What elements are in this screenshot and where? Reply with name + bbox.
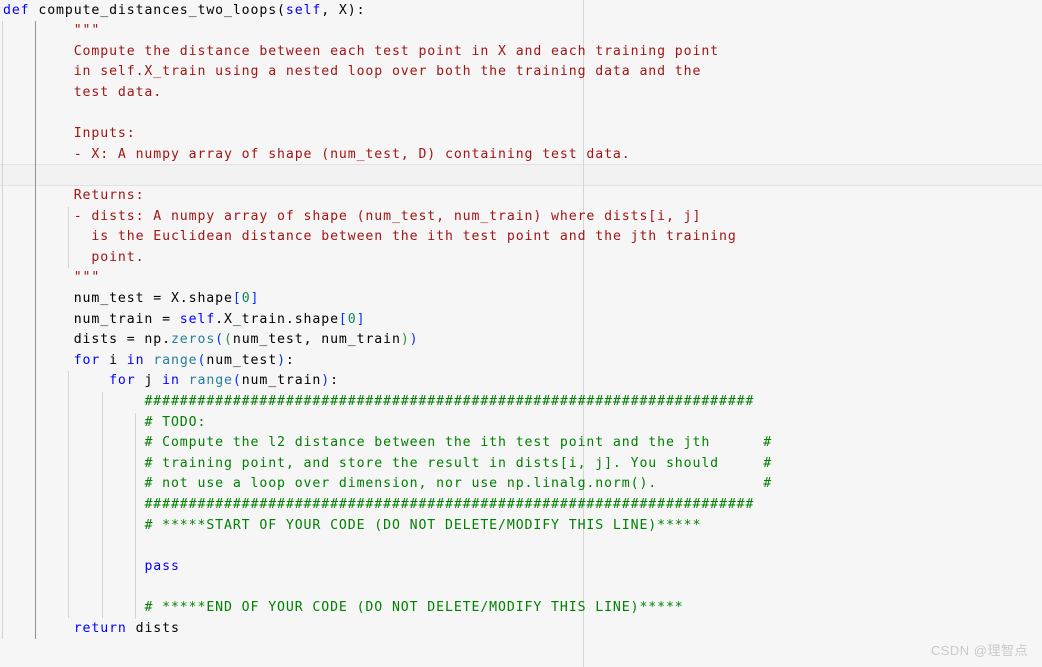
code-token: for xyxy=(109,373,136,389)
code-token: in xyxy=(126,352,145,368)
code-line[interactable]: for i in range(num_test): xyxy=(3,351,295,372)
code-line[interactable] xyxy=(3,577,144,598)
code-line[interactable]: is the Euclidean distance between the it… xyxy=(3,227,737,248)
code-line[interactable]: # Compute the l2 distance between the it… xyxy=(3,433,772,454)
code-line[interactable]: ########################################… xyxy=(3,392,754,413)
code-line[interactable]: # *****END OF YOUR CODE (DO NOT DELETE/M… xyxy=(3,598,684,619)
code-line[interactable] xyxy=(3,536,144,557)
code-token: - X: A numpy array of shape (num_test, D… xyxy=(73,146,631,162)
code-token: dists = np. xyxy=(73,332,171,348)
code-token: ) xyxy=(277,352,286,368)
code-token: ) xyxy=(400,332,410,348)
code-line[interactable]: # not use a loop over dimension, nor use… xyxy=(3,474,772,495)
code-content[interactable]: def compute_distances_two_loops(self, X)… xyxy=(0,0,1042,667)
code-token: test data. xyxy=(73,84,163,100)
code-token: # *****START OF YOUR CODE (DO NOT DELETE… xyxy=(144,517,702,533)
code-token: Returns: xyxy=(73,187,145,203)
code-token: self xyxy=(179,311,216,327)
code-line[interactable]: Compute the distance between each test p… xyxy=(3,42,719,63)
code-token: Inputs: xyxy=(73,126,136,142)
code-token: 0 xyxy=(241,290,251,306)
code-token: ( xyxy=(215,332,225,348)
code-line[interactable]: ########################################… xyxy=(3,495,754,516)
code-token: i xyxy=(100,352,127,368)
column-ruler-80 xyxy=(583,0,584,667)
code-token: def xyxy=(3,2,30,18)
watermark-label: CSDN @理智点 xyxy=(930,643,1028,658)
code-line[interactable] xyxy=(3,165,74,186)
code-line[interactable]: for j in range(num_train): xyxy=(3,371,339,392)
code-token: ) xyxy=(321,373,331,389)
code-line[interactable]: - X: A numpy array of shape (num_test, D… xyxy=(3,145,631,166)
code-line[interactable]: - dists: A numpy array of shape (num_tes… xyxy=(3,207,701,228)
code-token: in xyxy=(162,373,180,389)
code-line[interactable]: point. xyxy=(3,248,144,269)
code-token: # Compute the l2 distance between the it… xyxy=(144,435,773,451)
code-line[interactable]: pass xyxy=(3,557,180,578)
code-line[interactable]: num_test = X.shape[0] xyxy=(3,289,259,310)
code-line[interactable]: """ xyxy=(3,21,100,42)
code-token: """ xyxy=(73,23,101,39)
code-token: range xyxy=(153,352,198,368)
code-token: in self.X_train using a nested loop over… xyxy=(73,64,702,80)
code-token: ( xyxy=(232,373,242,389)
code-line[interactable]: num_train = self.X_train.shape[0] xyxy=(3,310,365,331)
code-line[interactable] xyxy=(3,104,74,125)
code-token: .X_train.shape xyxy=(215,311,339,327)
code-line[interactable]: return dists xyxy=(3,619,180,640)
code-token: num_train = xyxy=(73,311,180,327)
code-token: 0 xyxy=(347,311,357,327)
code-token: # training point, and store the result i… xyxy=(144,455,773,471)
code-token: pass xyxy=(144,558,180,574)
code-token: zeros xyxy=(170,332,216,348)
code-line[interactable]: def compute_distances_two_loops(self, X)… xyxy=(3,1,365,22)
code-token: , X): xyxy=(321,2,366,18)
code-token: num_test xyxy=(206,352,278,368)
code-token: num_test, num_train xyxy=(232,332,401,348)
code-token: """ xyxy=(73,270,101,286)
code-token: ########################################… xyxy=(144,393,755,409)
code-line[interactable]: dists = np.zeros((num_test, num_train)) xyxy=(3,330,419,351)
code-token: Compute the distance between each test p… xyxy=(73,43,720,59)
code-token: dists xyxy=(126,620,180,636)
code-token: [ xyxy=(338,311,348,327)
code-token: self xyxy=(285,2,322,18)
code-line[interactable]: Returns: xyxy=(3,186,144,207)
code-token: # not use a loop over dimension, nor use… xyxy=(144,476,773,492)
code-token: for xyxy=(73,352,101,368)
code-line[interactable]: # *****START OF YOUR CODE (DO NOT DELETE… xyxy=(3,516,701,537)
code-token: [ xyxy=(232,290,242,306)
code-token: ) xyxy=(409,332,419,348)
code-token: j xyxy=(135,373,163,389)
code-line[interactable]: Inputs: xyxy=(3,124,136,145)
code-token: range xyxy=(188,373,233,389)
code-line[interactable]: # training point, and store the result i… xyxy=(3,454,772,475)
code-token: ] xyxy=(356,311,366,327)
code-token: ########################################… xyxy=(144,496,755,512)
code-token: num_train xyxy=(241,373,322,389)
code-token: : xyxy=(330,373,339,389)
code-token: is the Euclidean distance between the it… xyxy=(91,229,737,245)
code-token: compute_distances_two_loops( xyxy=(29,2,286,18)
code-token: point. xyxy=(91,249,145,265)
code-token: ] xyxy=(250,290,260,306)
code-editor-screenshot: def compute_distances_two_loops(self, X)… xyxy=(0,0,1042,667)
code-line[interactable]: # TODO: xyxy=(3,413,206,434)
code-line[interactable]: """ xyxy=(3,268,100,289)
code-token: # *****END OF YOUR CODE (DO NOT DELETE/M… xyxy=(144,599,684,615)
code-token: - dists: A numpy array of shape (num_tes… xyxy=(73,208,702,224)
code-line[interactable]: test data. xyxy=(3,83,162,104)
code-token: ( xyxy=(224,332,233,348)
code-token: : xyxy=(285,352,295,368)
code-token: num_test = X.shape xyxy=(73,290,233,306)
code-token: # TODO: xyxy=(144,414,207,430)
code-token: return xyxy=(73,620,127,636)
code-line[interactable]: in self.X_train using a nested loop over… xyxy=(3,62,701,83)
